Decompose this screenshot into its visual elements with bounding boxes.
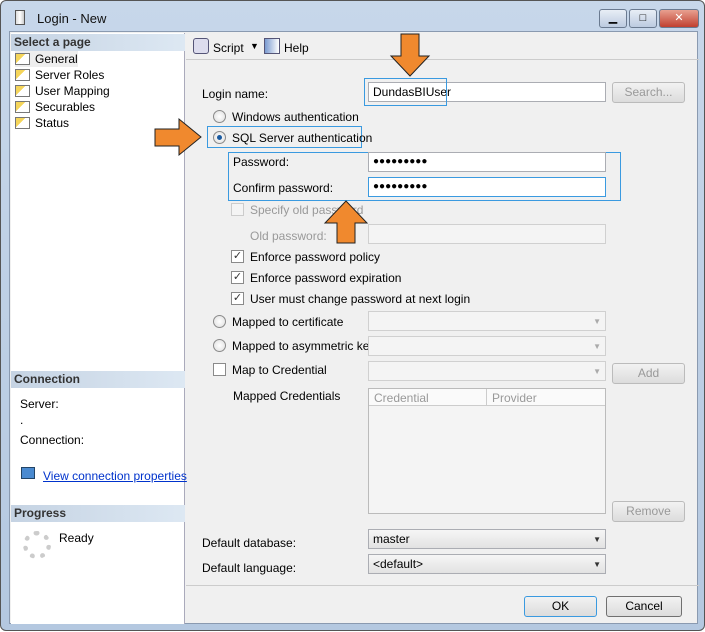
arrow-right-icon [154, 117, 202, 157]
annotation-arrows [154, 33, 431, 244]
arrow-up-icon [323, 200, 369, 244]
window-frame: Login - New ▁ □ ✕ Select a page General … [0, 0, 705, 631]
arrow-down-icon [389, 33, 431, 77]
